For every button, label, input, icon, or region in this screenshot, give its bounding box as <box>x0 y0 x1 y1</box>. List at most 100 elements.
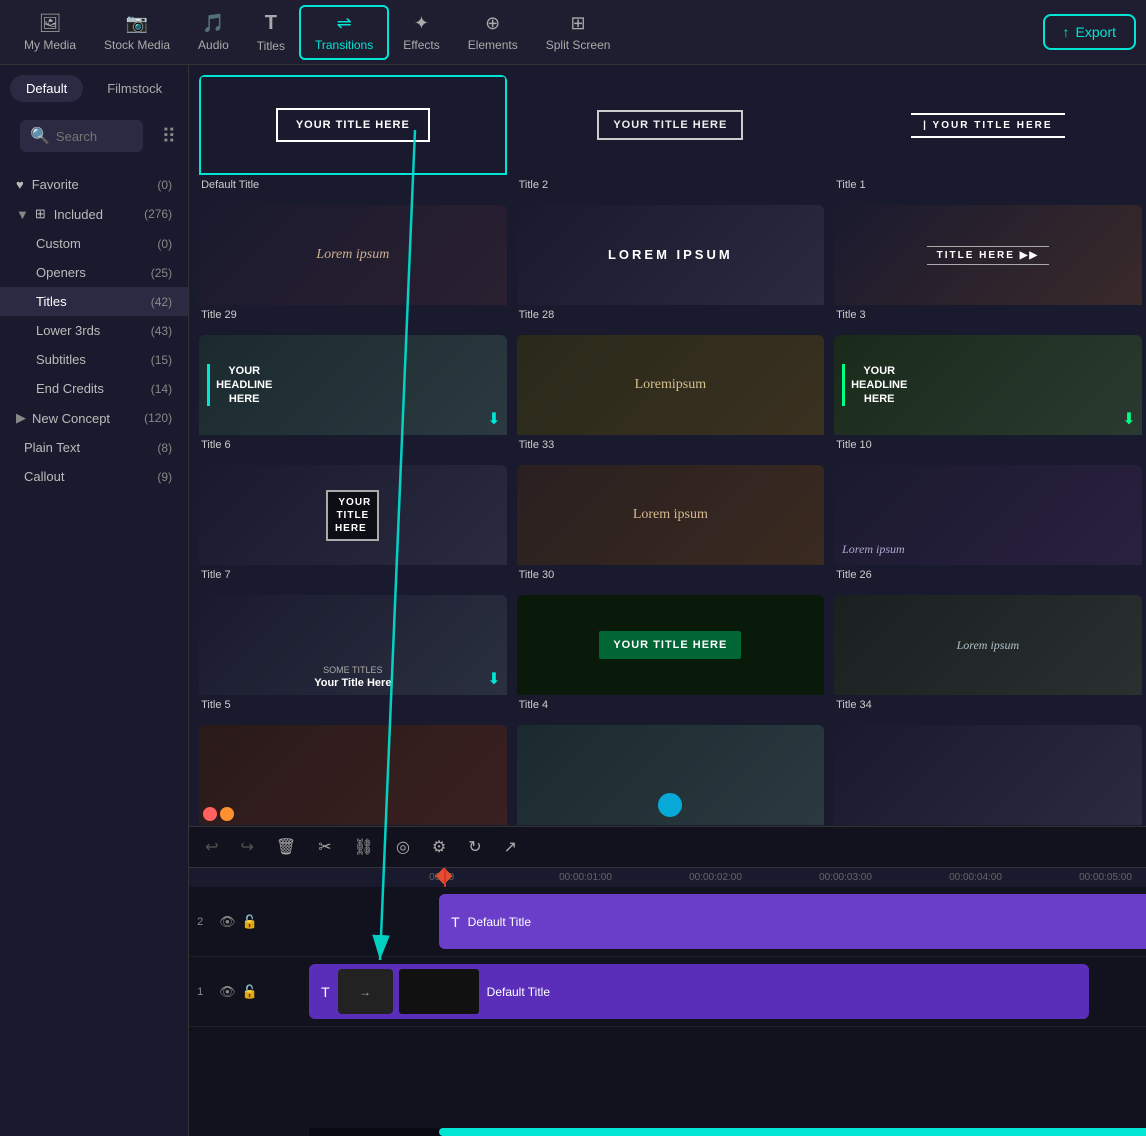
category-lower-3rds[interactable]: Lower 3rds (43) <box>0 316 188 345</box>
grid-item-title-10[interactable]: YOURHEADLINEHERE ⬇ Title 10 <box>834 335 1142 455</box>
grid-item-title-7[interactable]: YOURTITLEHERE Title 7 <box>199 465 507 585</box>
nav-split-screen[interactable]: ⊞ Split Screen <box>532 7 625 58</box>
thumb-more3 <box>834 725 1142 825</box>
unlink-button[interactable]: ⛓ <box>350 835 378 859</box>
track-1-eye[interactable]: 👁 <box>219 984 236 1000</box>
nav-transitions[interactable]: ⇌ Transitions <box>299 5 389 60</box>
content-area: YOUR TITLE HERE Default Title YOUR TITLE… <box>189 65 1146 1136</box>
audio-icon: 🎵 <box>202 13 224 34</box>
grid-item-title-29[interactable]: Lorem ipsum Title 29 <box>199 205 507 325</box>
thumb-title-26: Lorem ipsum <box>834 465 1142 565</box>
thumb-more1 <box>199 725 507 825</box>
category-end-credits[interactable]: End Credits (14) <box>0 374 188 403</box>
search-input[interactable] <box>56 129 134 144</box>
scrollbar-thumb[interactable] <box>439 1128 1146 1136</box>
expand-icon: ▼ <box>16 207 29 222</box>
redo-button[interactable]: ↪ <box>237 835 258 859</box>
grid-container: YOUR TITLE HERE Default Title YOUR TITLE… <box>199 75 1146 826</box>
category-list: ♥ Favorite (0) ▼ ⊞ Included (276) Custom… <box>0 162 188 1136</box>
category-new-concept[interactable]: ▶ New Concept (120) <box>0 403 188 433</box>
grid-item-title-5[interactable]: SOME TITLES Your Title Here ⬇ Title 5 <box>199 595 507 715</box>
grid-item-more1[interactable] <box>199 725 507 826</box>
undo-button[interactable]: ↩ <box>201 835 222 859</box>
grid-item-title-34[interactable]: Lorem ipsum Title 34 <box>834 595 1142 715</box>
grid-item-title-26[interactable]: Lorem ipsum Title 26 <box>834 465 1142 585</box>
titles-icon: T <box>265 12 277 35</box>
track-1-controls: 1 👁 🔓 <box>189 984 309 1000</box>
category-custom[interactable]: Custom (0) <box>0 229 188 258</box>
cut-button[interactable]: ✂ <box>314 835 335 859</box>
thumb-title-7: YOURTITLEHERE <box>199 465 507 565</box>
track-2-controls: 2 👁 🔓 <box>189 914 309 930</box>
tab-filmstock[interactable]: Filmstock <box>91 75 178 102</box>
thumb-title-4: YOUR TITLE HERE <box>517 595 825 695</box>
nav-elements[interactable]: ⊕ Elements <box>454 7 532 58</box>
included-icon: ⊞ <box>35 206 46 222</box>
panel-tabs: Default Filmstock <box>0 65 188 102</box>
timeline-scrollbar[interactable] <box>309 1128 1146 1136</box>
nav-effects[interactable]: ✦ Effects <box>389 7 453 58</box>
thumb-title-5: SOME TITLES Your Title Here ⬇ <box>199 595 507 695</box>
track-1-clip[interactable]: T → Default Title <box>309 964 1089 1019</box>
main-layout: Default Filmstock 🔍 ⠿ ♥ Favorite (0) ▼ ⊞… <box>0 65 1146 1136</box>
playhead-line <box>444 868 446 887</box>
grid-item-title-4[interactable]: YOUR TITLE HERE Title 4 <box>517 595 825 715</box>
timeline-area: ↩ ↪ 🗑 ✂ ⛓ ◎ ⚙ ↻ ↗ ⊕ ⊘ <box>189 826 1146 1136</box>
grid-item-title-2[interactable]: YOUR TITLE HERE Title 2 <box>517 75 825 195</box>
grid-item-default-title[interactable]: YOUR TITLE HERE Default Title <box>199 75 507 195</box>
video-thumbnail <box>399 969 479 1014</box>
category-plain-text[interactable]: Plain Text (8) <box>0 433 188 462</box>
my-media-icon: 🖼 <box>39 13 62 34</box>
grid-layout-icon[interactable]: ⠿ <box>161 124 178 149</box>
grid-item-title-6[interactable]: YOURHEADLINEHERE ⬇ Title 6 <box>199 335 507 455</box>
export-timeline-button[interactable]: ↗ <box>500 835 521 859</box>
search-bar[interactable]: 🔍 <box>20 120 143 152</box>
export-button[interactable]: ↑ Export <box>1043 14 1136 50</box>
track-2-clip[interactable]: T Default Title <box>439 894 1146 949</box>
track-2: 2 👁 🔓 T Default Title <box>189 887 1146 957</box>
favorite-icon: ♥ <box>16 177 24 192</box>
grid-item-title-33[interactable]: Loremipsum Title 33 <box>517 335 825 455</box>
nav-titles[interactable]: T Titles <box>243 6 299 59</box>
title-clip-icon: T <box>451 914 460 930</box>
track-1: 1 👁 🔓 T → Default Title <box>189 957 1146 1027</box>
timeline-tracks: 2 👁 🔓 T Default Title <box>189 887 1146 1027</box>
tab-default[interactable]: Default <box>10 75 83 102</box>
timeline-ruler: 00:00 00:00:01:00 00:00:02:00 00:00:03:0… <box>189 868 1146 887</box>
delete-button[interactable]: 🗑 <box>272 835 300 859</box>
loop-button[interactable]: ↻ <box>464 835 485 859</box>
category-callout[interactable]: Callout (9) <box>0 462 188 491</box>
clip-thumbnail: → <box>338 969 393 1014</box>
nav-stock-media[interactable]: 📷 Stock Media <box>90 7 184 58</box>
adjust-button[interactable]: ⚙ <box>428 835 450 859</box>
grid-item-title-30[interactable]: Lorem ipsum Title 30 <box>517 465 825 585</box>
thumb-title-3: TITLE HERE ▶▶ <box>834 205 1142 305</box>
track-2-content[interactable]: T Default Title <box>309 887 1146 956</box>
grid-item-more2[interactable] <box>517 725 825 826</box>
track-1-content[interactable]: T → Default Title <box>309 957 1146 1026</box>
track-2-lock[interactable]: 🔓 <box>242 914 258 930</box>
thumb-title-33: Loremipsum <box>517 335 825 435</box>
download-icon-5: ⬇ <box>487 669 500 689</box>
grid-item-title-28[interactable]: LOREM IPSUM Title 28 <box>517 205 825 325</box>
track-1-lock[interactable]: 🔓 <box>242 984 258 1000</box>
thumb-title-1: | YOUR TITLE HERE <box>834 75 1142 175</box>
search-icon: 🔍 <box>30 126 50 146</box>
category-titles[interactable]: Titles (42) <box>0 287 188 316</box>
effects-icon: ✦ <box>414 13 429 34</box>
nav-audio[interactable]: 🎵 Audio <box>184 7 243 58</box>
category-favorite[interactable]: ♥ Favorite (0) <box>0 170 188 199</box>
grid-item-title-1[interactable]: | YOUR TITLE HERE Title 1 <box>834 75 1142 195</box>
export-icon: ↑ <box>1063 24 1070 40</box>
category-included[interactable]: ▼ ⊞ Included (276) <box>0 199 188 229</box>
category-subtitles[interactable]: Subtitles (15) <box>0 345 188 374</box>
sticker-button[interactable]: ◎ <box>392 835 414 859</box>
grid-item-title-3[interactable]: TITLE HERE ▶▶ Title 3 <box>834 205 1142 325</box>
top-navigation: 🖼 My Media 📷 Stock Media 🎵 Audio T Title… <box>0 0 1146 65</box>
category-openers[interactable]: Openers (25) <box>0 258 188 287</box>
nav-my-media[interactable]: 🖼 My Media <box>10 7 90 58</box>
track-2-eye[interactable]: 👁 <box>219 914 236 930</box>
left-panel: Default Filmstock 🔍 ⠿ ♥ Favorite (0) ▼ ⊞… <box>0 65 189 1136</box>
grid-item-more3[interactable] <box>834 725 1142 826</box>
thumb-title-29: Lorem ipsum <box>199 205 507 305</box>
